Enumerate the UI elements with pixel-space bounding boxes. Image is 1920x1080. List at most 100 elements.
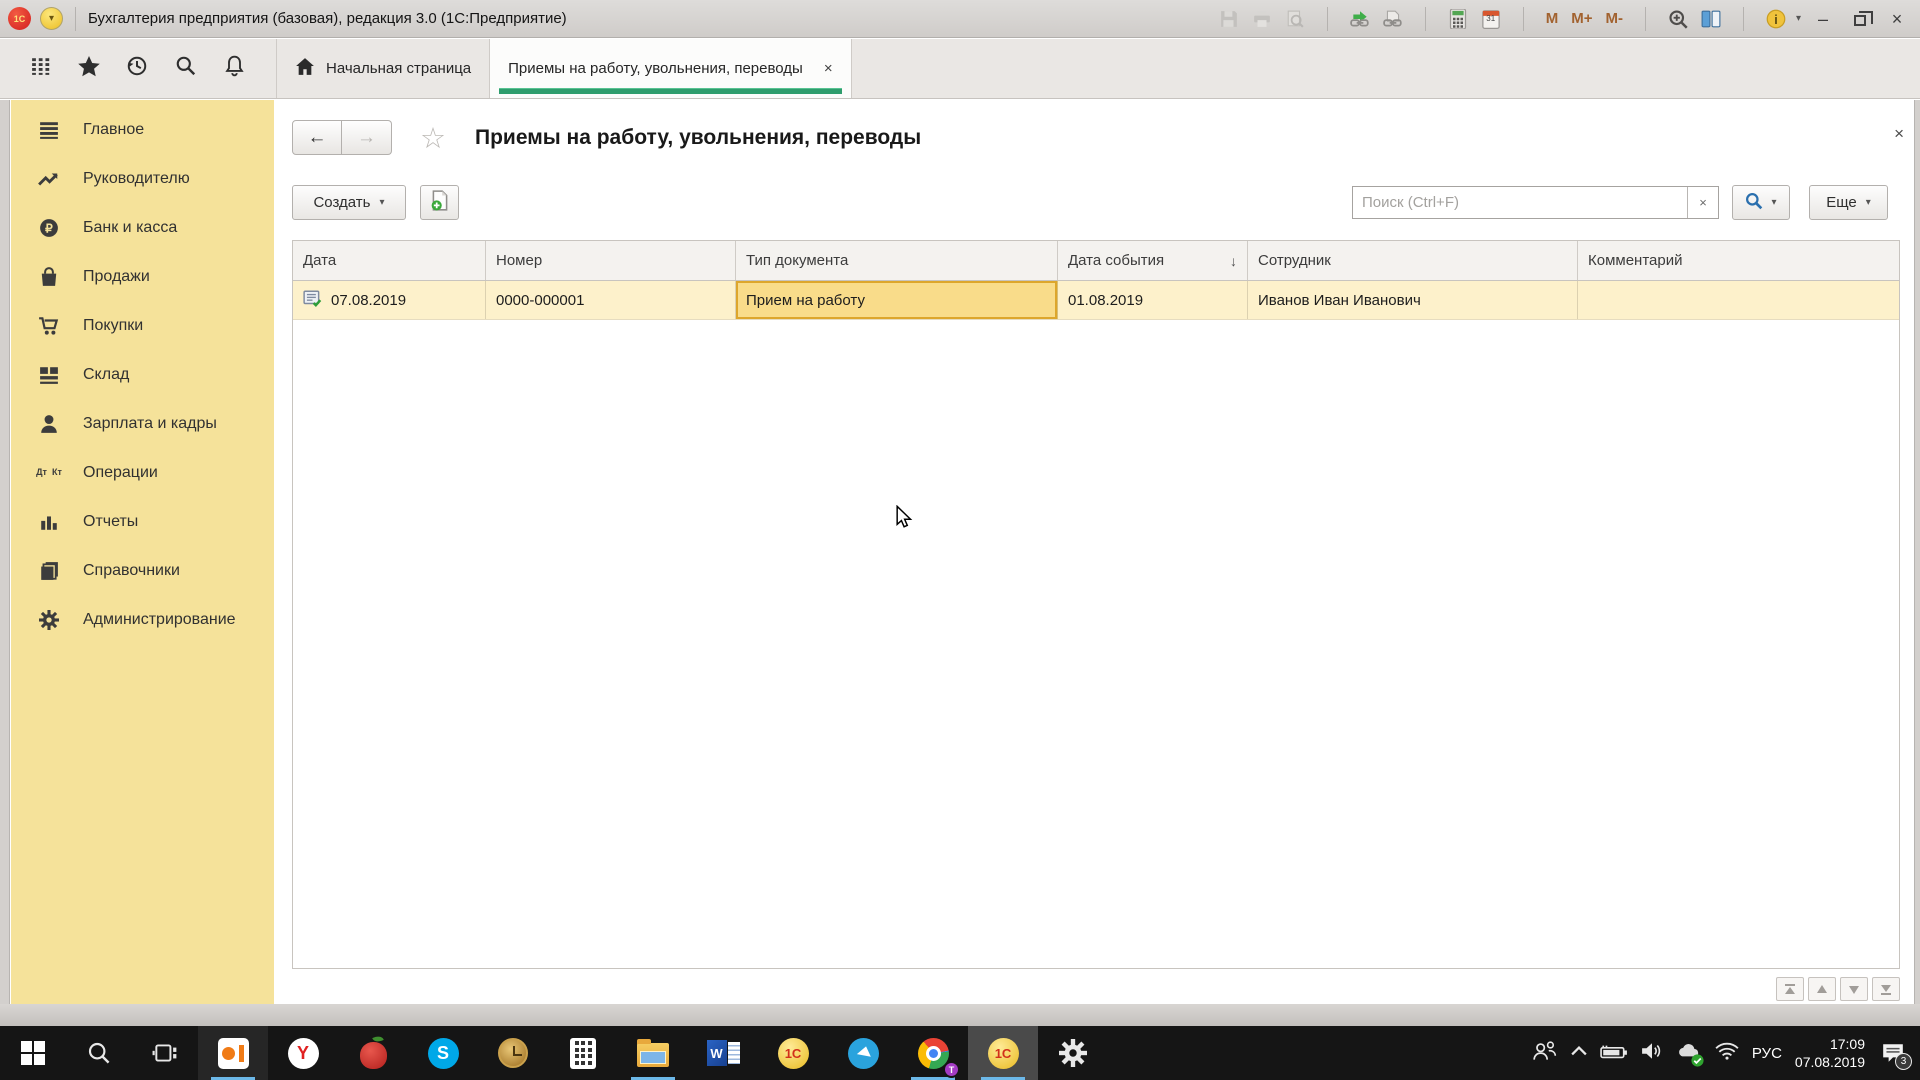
minimize-button[interactable]: –: [1808, 6, 1838, 32]
action-center-button[interactable]: 3: [1878, 1038, 1912, 1070]
cell-number[interactable]: 0000-000001: [486, 281, 736, 319]
taskbar-word[interactable]: W: [688, 1026, 758, 1080]
sidebar-label: Отчеты: [83, 512, 139, 530]
go-last-button[interactable]: [1872, 977, 1900, 1001]
more-button[interactable]: Еще ▾: [1809, 185, 1888, 220]
print-preview-icon[interactable]: [1282, 7, 1308, 31]
column-header-doctype[interactable]: Тип документа: [736, 241, 1058, 280]
start-button[interactable]: [0, 1026, 66, 1080]
cell-event-date[interactable]: 01.08.2019: [1058, 281, 1248, 319]
taskbar-telegram[interactable]: [828, 1026, 898, 1080]
zoom-icon[interactable]: [1665, 7, 1691, 31]
cell-employee[interactable]: Иванов Иван Иванович: [1248, 281, 1578, 319]
sidebar-label: Руководителю: [83, 169, 190, 187]
find-button[interactable]: ▾: [1732, 185, 1790, 220]
clock-datetime[interactable]: 17:09 07.08.2019: [1795, 1035, 1865, 1071]
taskbar-chrome[interactable]: T: [898, 1026, 968, 1080]
favorite-star-icon[interactable]: ☆: [420, 121, 446, 156]
go-first-button[interactable]: [1776, 977, 1804, 1001]
go-up-button[interactable]: [1808, 977, 1836, 1001]
taskbar-apple-app[interactable]: [338, 1026, 408, 1080]
save-icon[interactable]: [1216, 7, 1242, 31]
taskbar-yandex-browser[interactable]: Y: [268, 1026, 338, 1080]
taskbar-1c-shortcut[interactable]: 1С: [758, 1026, 828, 1080]
sidebar-item-salary-hr[interactable]: Зарплата и кадры: [11, 399, 274, 448]
sidebar-item-reports[interactable]: Отчеты: [11, 497, 274, 546]
page-close-button[interactable]: ×: [1894, 124, 1904, 144]
sidebar-item-manager[interactable]: Руководителю: [11, 154, 274, 203]
paper-plane-glyph: [856, 1045, 873, 1063]
tab-close-icon[interactable]: ×: [824, 60, 833, 77]
restore-button[interactable]: [1845, 6, 1875, 32]
taskbar-search-button[interactable]: [66, 1026, 132, 1080]
search-icon[interactable]: [175, 55, 197, 82]
onedrive-synced-icon[interactable]: [1676, 1042, 1704, 1067]
more-info-caret-icon[interactable]: ▾: [1796, 13, 1801, 24]
main-menu-button[interactable]: ▾: [40, 7, 63, 30]
sidebar-item-purchases[interactable]: Покупки: [11, 301, 274, 350]
memory-mminus-button[interactable]: M-: [1602, 10, 1626, 27]
sidebar-item-bank-cash[interactable]: ₽ Банк и касса: [11, 203, 274, 252]
back-button[interactable]: ←: [292, 120, 342, 155]
create-button[interactable]: Создать ▾: [292, 185, 406, 220]
table-row[interactable]: 07.08.2019 0000-000001 Прием на работу 0…: [293, 281, 1899, 320]
sidebar-item-sales[interactable]: Продажи: [11, 252, 274, 301]
gear-icon: [38, 609, 60, 631]
sidebar-label: Продажи: [83, 267, 150, 285]
windows-logo-icon: [21, 1041, 45, 1065]
tray-expand-chevron-icon[interactable]: [1571, 1044, 1587, 1062]
task-view-button[interactable]: [132, 1026, 198, 1080]
history-icon[interactable]: [126, 55, 148, 82]
list-pager: [1776, 977, 1900, 1001]
split-window-icon[interactable]: [1698, 7, 1724, 31]
go-down-button[interactable]: [1840, 977, 1868, 1001]
taskbar-clock-app[interactable]: [478, 1026, 548, 1080]
people-icon[interactable]: [1532, 1040, 1558, 1067]
info-icon[interactable]: i: [1763, 7, 1789, 31]
column-header-event-date[interactable]: Дата события ↓: [1058, 241, 1248, 280]
print-icon[interactable]: [1249, 7, 1275, 31]
cell-comment[interactable]: [1578, 281, 1899, 319]
get-link-icon[interactable]: [1380, 7, 1406, 31]
calendar-icon[interactable]: 31: [1478, 7, 1504, 31]
close-window-button[interactable]: ×: [1882, 6, 1912, 32]
tab-home[interactable]: Начальная страница: [277, 39, 491, 98]
taskbar-skype[interactable]: S: [408, 1026, 478, 1080]
taskbar-file-explorer[interactable]: [618, 1026, 688, 1080]
tab-active-hirings[interactable]: Приемы на работу, увольнения, переводы ×: [490, 39, 852, 98]
sidebar-item-directories[interactable]: Справочники: [11, 546, 274, 595]
search-input[interactable]: [1353, 187, 1687, 218]
calculator-icon[interactable]: [1445, 7, 1471, 31]
wifi-icon[interactable]: [1715, 1042, 1739, 1065]
goto-link-icon[interactable]: [1347, 7, 1373, 31]
battery-icon[interactable]: [1600, 1043, 1628, 1064]
sidebar-item-operations[interactable]: Дт Кт Операции: [11, 448, 274, 497]
column-header-number[interactable]: Номер: [486, 241, 736, 280]
forward-button[interactable]: →: [342, 120, 392, 155]
sidebar-item-warehouse[interactable]: Склад: [11, 350, 274, 399]
sidebar-item-administration[interactable]: Администрирование: [11, 595, 274, 644]
taskbar-1c-active[interactable]: 1С: [968, 1026, 1038, 1080]
volume-icon[interactable]: [1641, 1042, 1663, 1065]
window-bottom-edge: [0, 1004, 1920, 1026]
cell-doctype-selected[interactable]: Прием на работу: [736, 281, 1058, 319]
sidebar-item-main[interactable]: Главное: [11, 105, 274, 154]
calendar-day-label: 31: [1486, 13, 1496, 23]
divider: [1644, 6, 1646, 31]
memory-mplus-button[interactable]: M+: [1568, 10, 1595, 27]
favorites-star-icon[interactable]: [77, 55, 100, 82]
cell-date[interactable]: 07.08.2019: [293, 281, 486, 319]
language-indicator[interactable]: РУС: [1752, 1045, 1782, 1062]
notifications-bell-icon[interactable]: [224, 55, 245, 82]
memory-m-button[interactable]: M: [1543, 10, 1562, 27]
trend-up-icon: [38, 168, 60, 190]
taskbar-settings[interactable]: [1038, 1026, 1108, 1080]
taskbar-calculator[interactable]: [548, 1026, 618, 1080]
create-by-copy-button[interactable]: [420, 185, 459, 220]
column-header-employee[interactable]: Сотрудник: [1248, 241, 1578, 280]
column-header-comment[interactable]: Комментарий: [1578, 241, 1899, 280]
apps-grid-icon[interactable]: [31, 57, 51, 80]
column-header-date[interactable]: Дата: [293, 241, 486, 280]
taskbar-recorder-app[interactable]: [198, 1026, 268, 1080]
search-clear-button[interactable]: ×: [1687, 187, 1718, 218]
